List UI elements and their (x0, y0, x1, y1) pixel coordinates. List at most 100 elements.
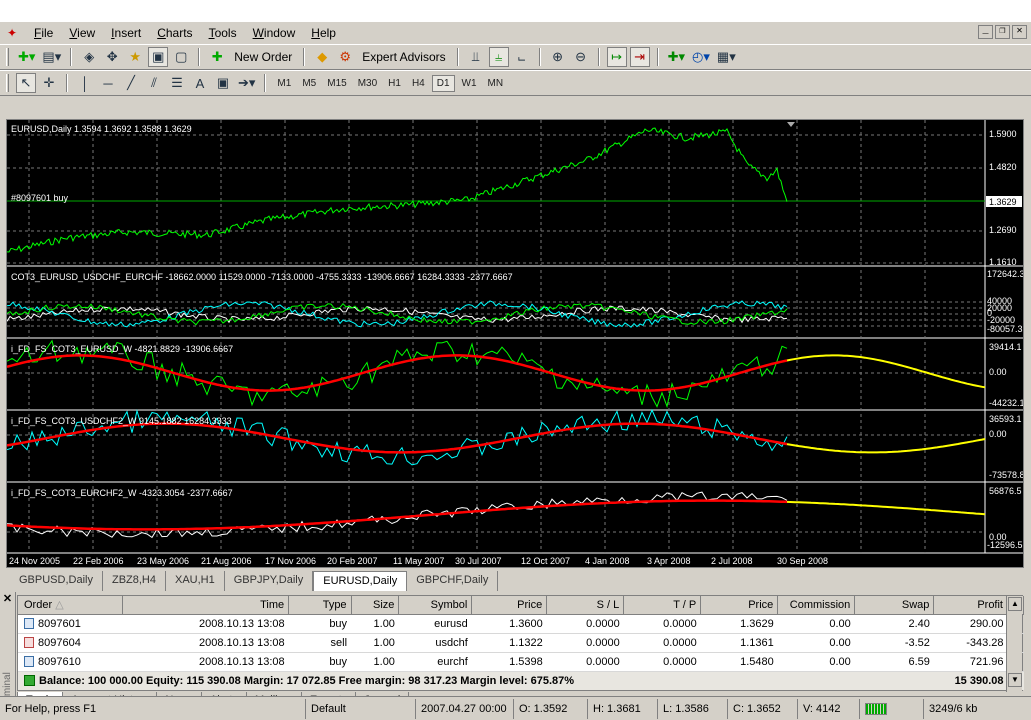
chart-series (7, 127, 986, 539)
order-swap: -3.52 (854, 633, 934, 653)
col-sl[interactable]: S / L (546, 596, 625, 615)
timeframe-w1[interactable]: W1 (458, 76, 481, 91)
date-tick: 23 May 2006 (137, 556, 189, 566)
col-order[interactable]: Order △ (18, 596, 123, 615)
separator (66, 74, 68, 92)
menu-window[interactable]: Window (245, 23, 304, 43)
toolbar-grip[interactable] (6, 48, 9, 66)
status-volume: V: 4142 (798, 698, 860, 719)
data-window-icon[interactable]: ✥ (102, 47, 122, 67)
text-icon[interactable]: A (190, 73, 210, 93)
periods-icon[interactable]: ◴▾ (690, 47, 712, 67)
col-swap[interactable]: Swap (854, 596, 935, 615)
timeframe-h4[interactable]: H4 (408, 76, 429, 91)
table-row[interactable]: 8097601 2008.10.13 13:08 buy 1.00 eurusd… (18, 614, 1024, 634)
chart-tab-eurusd[interactable]: EURUSD,Daily (313, 571, 408, 591)
drawing-toolbar: ↖ ✛ │ ─ ╱ ⫽ ☰ A ▣ ➔▾ M1 M5 M15 M30 H1 H4… (0, 70, 1031, 96)
date-tick: 12 Oct 2007 (521, 556, 570, 566)
fibonacci-icon[interactable]: ☰ (167, 73, 187, 93)
close-button[interactable]: ✕ (1012, 25, 1027, 39)
axis-tick: -44232.1 (989, 398, 1023, 408)
candlestick-icon[interactable]: ⫨ (488, 47, 509, 67)
cursor-icon[interactable]: ↖ (16, 73, 36, 93)
toolbar-grip[interactable] (6, 74, 9, 92)
menu-file[interactable]: File (26, 23, 61, 43)
chart-tab-zbz8[interactable]: ZBZ8,H4 (103, 571, 166, 591)
timeframe-m15[interactable]: M15 (323, 76, 350, 91)
minimize-button[interactable]: _ (978, 25, 993, 39)
timeframe-m1[interactable]: M1 (273, 76, 295, 91)
new-order-button[interactable]: New Order (230, 50, 296, 64)
zoom-in-icon[interactable]: ⊕ (548, 47, 568, 67)
app-icon[interactable]: ✦ (4, 25, 20, 41)
new-order-icon[interactable]: ✚ (207, 47, 227, 67)
col-type[interactable]: Type (288, 596, 352, 615)
expert-advisors-button[interactable]: Expert Advisors (358, 50, 449, 64)
vertical-scrollbar[interactable]: ▲ ▼ (1006, 596, 1022, 692)
price-tick: 1.5900 (989, 129, 1017, 139)
col-time[interactable]: Time (122, 596, 290, 615)
navigator-icon[interactable]: ★ (125, 47, 145, 67)
expert-advisors-icon[interactable]: ⚙ (335, 47, 355, 67)
menu-help[interactable]: Help (303, 23, 344, 43)
bar-chart-icon[interactable]: ⫫ (466, 47, 486, 67)
col-symbol[interactable]: Symbol (398, 596, 473, 615)
menu-view[interactable]: View (61, 23, 103, 43)
scroll-down-icon[interactable]: ▼ (1008, 673, 1022, 687)
col-price[interactable]: Price (471, 596, 548, 615)
timeframe-h1[interactable]: H1 (384, 76, 405, 91)
chart-window[interactable]: EURUSD,Daily 1.3594 1.3692 1.3588 1.3629… (6, 119, 1024, 568)
chart-tab-xau[interactable]: XAU,H1 (166, 571, 225, 591)
market-watch-icon[interactable]: ◈ (79, 47, 99, 67)
restore-button[interactable]: ❐ (995, 25, 1010, 39)
close-icon[interactable]: ✕ (0, 592, 15, 606)
timeframe-mn[interactable]: MN (484, 76, 508, 91)
table-row[interactable]: 8097604 2008.10.13 13:08 sell 1.00 usdch… (18, 633, 1024, 653)
chart-tab-gbpchf[interactable]: GBPCHF,Daily (407, 571, 499, 591)
chart-shift-marker[interactable] (787, 122, 795, 127)
trendline-icon[interactable]: ╱ (121, 73, 141, 93)
chart-tab-gbpusd[interactable]: GBPUSD,Daily (10, 571, 103, 591)
chart-canvas[interactable]: EURUSD,Daily 1.3594 1.3692 1.3588 1.3629… (7, 120, 1023, 567)
price-tick: 1.2690 (989, 225, 1017, 235)
standard-toolbar: ✚▾ ▤▾ ◈ ✥ ★ ▣ ▢ ✚ New Order ◆ ⚙ Expert A… (0, 44, 1031, 70)
timeframe-m5[interactable]: M5 (298, 76, 320, 91)
scroll-up-icon[interactable]: ▲ (1008, 597, 1022, 611)
col-tp[interactable]: T / P (623, 596, 702, 615)
axis-tick: -73578.8 (989, 470, 1023, 480)
new-chart-icon[interactable]: ✚▾ (16, 47, 37, 67)
menu-insert[interactable]: Insert (103, 23, 149, 43)
profiles-icon[interactable]: ▤▾ (40, 47, 63, 67)
timeframe-d1[interactable]: D1 (431, 74, 455, 92)
arrows-icon[interactable]: ➔▾ (236, 73, 257, 93)
chart-shift-icon[interactable]: ⇥ (629, 47, 650, 67)
chart-tab-gbpjpy[interactable]: GBPJPY,Daily (225, 571, 314, 591)
horizontal-line-icon[interactable]: ─ (98, 73, 118, 93)
terminal-window: ✦ File View Insert Charts Tools Window H… (0, 22, 1031, 720)
buy-order-icon (24, 618, 34, 630)
menu-tools[interactable]: Tools (201, 23, 245, 43)
crosshair-icon[interactable]: ✛ (39, 73, 59, 93)
axis-tick: 39414.1 (989, 342, 1022, 352)
order-symbol: eurusd (398, 614, 472, 634)
templates-icon[interactable]: ▦▾ (715, 47, 738, 67)
window-controls: _ ❐ ✕ (978, 25, 1027, 39)
order-size: 1.00 (351, 652, 399, 672)
text-label-icon[interactable]: ▣ (213, 73, 233, 93)
vertical-line-icon[interactable]: │ (75, 73, 95, 93)
table-row[interactable]: 8097610 2008.10.13 13:08 buy 1.00 eurchf… (18, 652, 1024, 672)
auto-scroll-icon[interactable]: ↦ (606, 47, 627, 67)
col-size[interactable]: Size (351, 596, 400, 615)
indicators-icon[interactable]: ✚▾ (666, 47, 687, 67)
metaeditor-icon[interactable]: ◆ (312, 47, 332, 67)
col-current-price[interactable]: Price (700, 596, 779, 615)
raw-series (7, 491, 788, 539)
channel-icon[interactable]: ⫽ (144, 73, 164, 93)
menu-charts[interactable]: Charts (149, 23, 200, 43)
line-chart-icon[interactable]: ⨽ (512, 47, 532, 67)
zoom-out-icon[interactable]: ⊖ (571, 47, 591, 67)
col-commission[interactable]: Commission (777, 596, 856, 615)
terminal-icon[interactable]: ▣ (148, 47, 169, 67)
strategy-tester-icon[interactable]: ▢ (171, 47, 191, 67)
timeframe-m30[interactable]: M30 (354, 76, 381, 91)
